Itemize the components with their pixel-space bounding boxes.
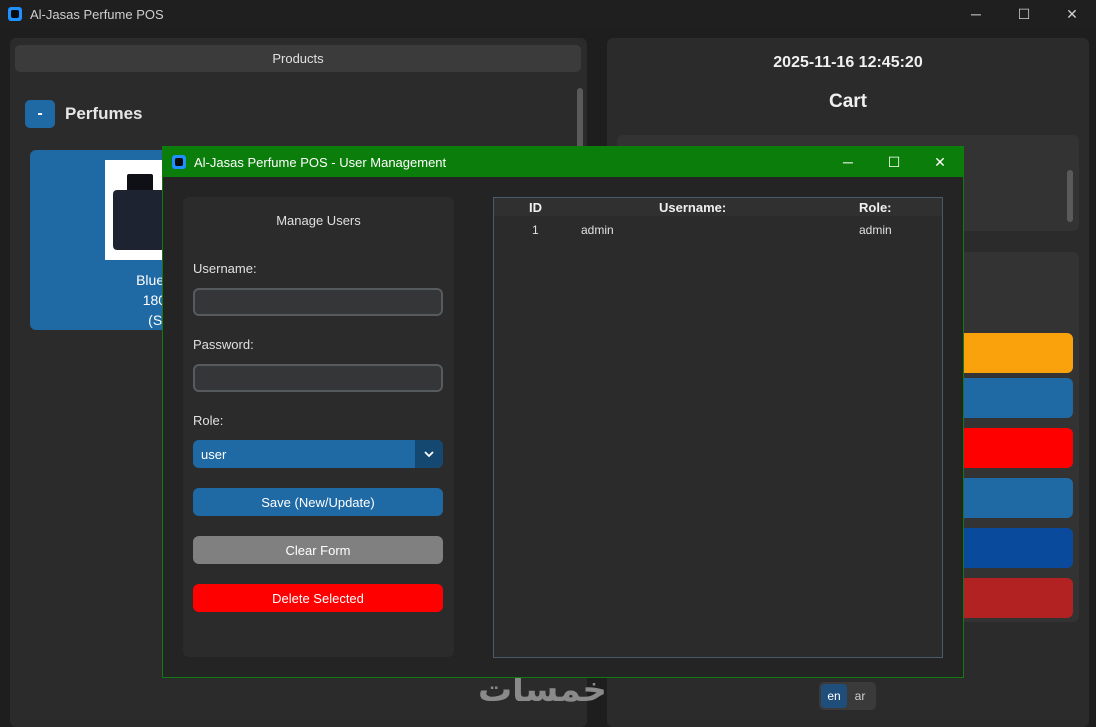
cart-title: Cart [828,91,867,112]
cart-scrollbar[interactable] [1067,170,1073,222]
language-en-option[interactable]: en [821,684,847,708]
save-button[interactable]: Save (New/Update) [193,488,443,516]
language-switch: en ar [819,682,876,710]
action-button-1[interactable] [947,333,1073,373]
cell-role: admin [859,223,892,237]
close-icon[interactable]: ✕ [1048,0,1096,28]
role-label: Role: [193,413,224,428]
app-icon [8,7,22,21]
password-input[interactable] [193,364,443,392]
datetime-display: 2025-11-16 12:45:20 [773,54,923,71]
cell-username: admin [581,223,614,237]
category-title: Perfumes [65,104,143,123]
user-management-dialog: Al-Jasas Perfume POS - User Management ─… [162,146,964,678]
users-table[interactable]: ID Username: Role: 1 admin admin [493,197,943,658]
username-label: Username: [193,261,257,276]
action-button-6[interactable] [947,578,1073,618]
action-button-4[interactable] [947,478,1073,518]
column-header-id[interactable]: ID [529,200,542,215]
product-card[interactable]: Blue De C 180,000 (Stock [30,150,180,330]
action-button-3[interactable] [947,428,1073,468]
form-title: Manage Users [276,213,361,228]
window-title: Al-Jasas Perfume POS [30,6,164,22]
minimize-icon[interactable]: ─ [825,147,871,177]
minimize-icon[interactable]: ─ [952,0,1000,28]
table-header: ID Username: Role: [494,198,942,216]
role-dropdown[interactable]: user [193,440,443,468]
dialog-titlebar: Al-Jasas Perfume POS - User Management ─… [163,147,963,177]
column-header-role[interactable]: Role: [859,200,892,215]
action-button-5[interactable] [947,528,1073,568]
clear-form-button[interactable]: Clear Form [193,536,443,564]
chevron-down-icon[interactable] [415,440,443,468]
role-selected-value: user [201,446,227,462]
action-button-2[interactable] [947,378,1073,418]
cell-id: 1 [532,223,539,237]
dialog-title: Al-Jasas Perfume POS - User Management [194,154,447,170]
language-ar-option[interactable]: ar [847,684,873,708]
bottle-shape [113,190,167,250]
collapse-category-button[interactable]: - [25,100,55,128]
column-header-username[interactable]: Username: [659,200,726,215]
password-label: Password: [193,337,254,352]
manage-users-form: Manage Users Username: Password: Role: u… [183,197,454,657]
maximize-icon[interactable]: ☐ [871,147,917,177]
close-icon[interactable]: ✕ [917,147,963,177]
delete-selected-button[interactable]: Delete Selected [193,584,443,612]
main-titlebar: Al-Jasas Perfume POS ─ ☐ ✕ [0,0,1096,28]
dialog-window-controls: ─ ☐ ✕ [825,147,963,177]
maximize-icon[interactable]: ☐ [1000,0,1048,28]
app-icon [172,155,186,169]
username-input[interactable] [193,288,443,316]
products-header[interactable]: Products [15,45,581,72]
window-controls: ─ ☐ ✕ [952,0,1096,28]
